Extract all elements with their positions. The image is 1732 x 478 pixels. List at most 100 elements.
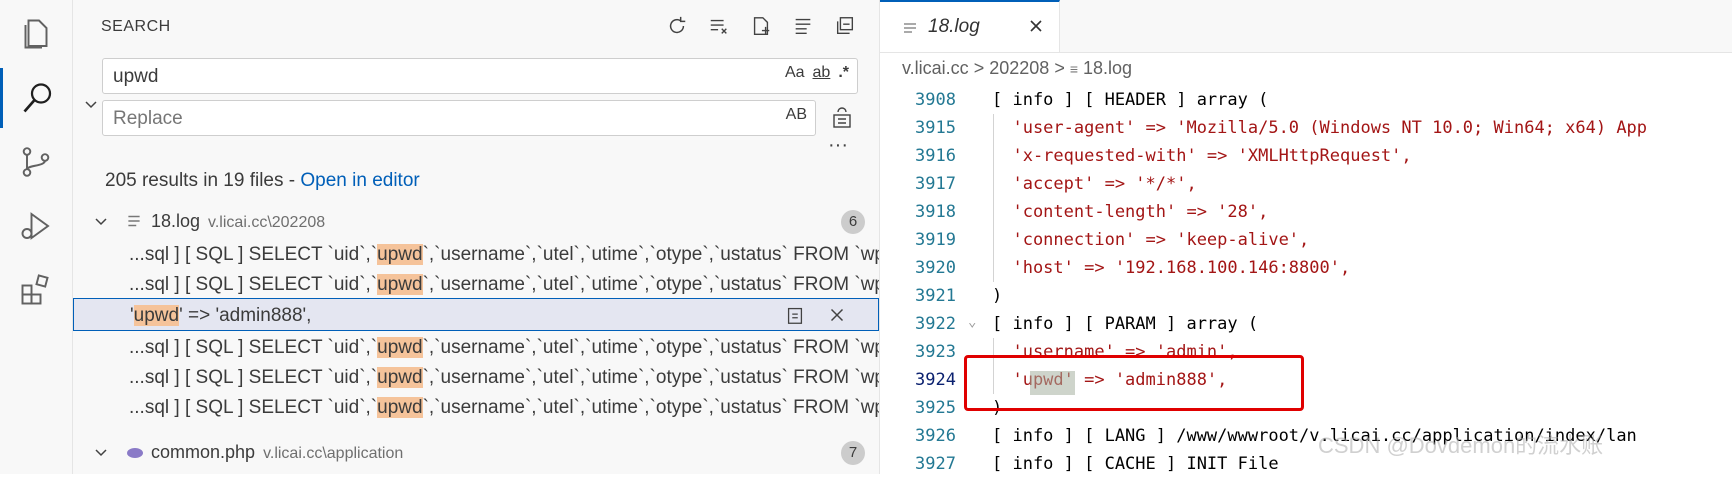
- replace-placeholder: Replace: [113, 108, 183, 129]
- file-lines-icon: [128, 215, 140, 227]
- code-line: 3922 ⌄ [ info ] [ PARAM ] array (: [880, 310, 1732, 338]
- search-icon[interactable]: [0, 68, 72, 128]
- match-highlight: upwd: [377, 244, 423, 265]
- line-number: 3908: [915, 90, 956, 110]
- refresh-icon[interactable]: [663, 12, 691, 40]
- tab-18-log[interactable]: 18.log: [880, 0, 1060, 52]
- activity-bar: [0, 0, 73, 474]
- results-count: 205 results in 19 files -: [105, 170, 301, 191]
- view-as-tree-icon[interactable]: [789, 12, 817, 40]
- run-debug-icon[interactable]: [0, 196, 72, 256]
- search-input-value[interactable]: upwd: [113, 66, 158, 88]
- fold-chevron-icon[interactable]: ⌄: [968, 314, 976, 330]
- tab-bar: 18.log: [880, 0, 1732, 53]
- match-prefix: ...sql ] [ SQL ] SELECT `uid`,`: [129, 274, 378, 295]
- file-lines-icon: ≡: [1069, 61, 1078, 77]
- file-path: v.licai.cc\application: [263, 445, 404, 462]
- line-number: 3922: [915, 314, 956, 334]
- match-row[interactable]: ...sql ] [ SQL ] SELECT `uid`,`upwd`,`us…: [73, 331, 879, 364]
- breadcrumb-item[interactable]: 202208: [989, 58, 1049, 78]
- search-panel: SEARCH upwd Aa ab .* Replace AB ··· 205 …: [73, 0, 880, 474]
- toggle-replace-icon[interactable]: [79, 92, 103, 116]
- breadcrumb-item[interactable]: 18.log: [1083, 58, 1132, 78]
- match-highlight: upwd: [377, 367, 423, 388]
- line-number: 3921: [915, 286, 956, 306]
- match-highlight: upwd: [377, 337, 423, 358]
- line-number: 3917: [915, 174, 956, 194]
- line-text: 'content-length' => '28',: [992, 202, 1269, 222]
- breadcrumb-item[interactable]: v.licai.cc: [902, 58, 969, 78]
- line-text: [ info ] [ HEADER ] array (: [992, 90, 1269, 110]
- match-suffix: `,`username`,`utel`,`utime`,`otype`,`ust…: [422, 397, 879, 418]
- code-line: 3916 'x-requested-with' => 'XMLHttpReque…: [880, 142, 1732, 170]
- code-line: 3926[ info ] [ LANG ] /www/wwwroot/v.lic…: [880, 422, 1732, 450]
- line-text: 'user-agent' => 'Mozilla/5.0 (Windows NT…: [992, 118, 1648, 138]
- close-icon[interactable]: [1026, 16, 1046, 36]
- clear-results-icon[interactable]: [705, 12, 733, 40]
- replace-all-icon[interactable]: [830, 106, 854, 135]
- line-text: 'connection' => 'keep-alive',: [992, 230, 1310, 250]
- match-row[interactable]: ...sql ] [ SQL ] SELECT `uid`,`upwd`,`us…: [73, 268, 879, 301]
- panel-title: SEARCH: [101, 18, 171, 35]
- watermark: CSDN @Dovdemon的流水账: [1318, 433, 1604, 458]
- match-suffix: `,`username`,`utel`,`utime`,`otype`,`ust…: [422, 337, 879, 358]
- explorer-icon[interactable]: [0, 4, 72, 64]
- match-count-badge: 7: [841, 441, 865, 465]
- file-path: v.licai.cc\202208: [208, 214, 326, 231]
- line-text: [ info ] [ CACHE ] INIT File: [992, 454, 1279, 474]
- line-number: 3919: [915, 230, 956, 250]
- line-number: 3927: [915, 454, 956, 474]
- match-suffix: `,`username`,`utel`,`utime`,`otype`,`ust…: [422, 244, 879, 265]
- new-search-editor-icon[interactable]: [747, 12, 775, 40]
- tab-label: 18.log: [928, 16, 980, 37]
- match-highlight: upwd: [377, 397, 423, 418]
- file-lines-icon: [904, 23, 916, 33]
- match-row[interactable]: ...sql ] [ SQL ] SELECT `uid`,`upwd`,`us…: [73, 238, 879, 271]
- dismiss-match-icon[interactable]: [826, 304, 848, 326]
- chevron-down-icon[interactable]: [93, 213, 109, 229]
- result-file-row[interactable]: 18.log v.licai.cc\202208 6: [73, 205, 879, 238]
- replace-input[interactable]: Replace AB: [102, 100, 816, 136]
- line-text: 'accept' => '*/*',: [992, 174, 1197, 194]
- file-name: 18.log: [151, 211, 201, 231]
- match-highlight: upwd: [377, 274, 423, 295]
- line-number: 3918: [915, 202, 956, 222]
- line-number: 3923: [915, 342, 956, 362]
- match-suffix: `,`username`,`utel`,`utime`,`otype`,`ust…: [422, 274, 879, 295]
- chevron-down-icon[interactable]: [93, 444, 109, 460]
- match-prefix: ...sql ] [ SQL ] SELECT `uid`,`: [129, 337, 378, 358]
- line-text: ): [992, 286, 1003, 306]
- match-suffix: ' => 'admin888',: [179, 305, 312, 326]
- result-file-row[interactable]: common.php v.licai.cc\application 7: [73, 436, 879, 469]
- open-in-editor-link[interactable]: Open in editor: [300, 170, 419, 191]
- line-number: 3924: [915, 370, 956, 390]
- collapse-all-icon[interactable]: [831, 12, 859, 40]
- replace-match-icon[interactable]: [784, 304, 806, 326]
- more-actions-icon[interactable]: ···: [828, 134, 848, 157]
- match-row[interactable]: ...sql ] [ SQL ] SELECT `uid`,`upwd`,`us…: [73, 391, 879, 424]
- use-regex-toggle[interactable]: .*: [838, 64, 849, 82]
- search-input[interactable]: upwd Aa ab .*: [102, 58, 858, 94]
- line-text: 'x-requested-with' => 'XMLHttpRequest',: [992, 146, 1412, 166]
- match-row-selected[interactable]: 'upwd' => 'admin888',: [73, 298, 879, 331]
- preserve-case-toggle[interactable]: AB: [786, 106, 807, 124]
- code-line: 3918 'content-length' => '28',: [880, 198, 1732, 226]
- file-name: common.php: [151, 442, 256, 462]
- code-line: 3908 [ info ] [ HEADER ] array (: [880, 86, 1732, 114]
- line-number: 3926: [915, 426, 956, 446]
- source-control-icon[interactable]: [0, 132, 72, 192]
- match-row[interactable]: ...sql ] [ SQL ] SELECT `uid`,`upwd`,`us…: [73, 361, 879, 394]
- match-suffix: `,`username`,`utel`,`utime`,`otype`,`ust…: [422, 367, 879, 388]
- line-number: 3915: [915, 118, 956, 138]
- code-line: 3919 'connection' => 'keep-alive',: [880, 226, 1732, 254]
- line-text: [ info ] [ PARAM ] array (: [992, 314, 1259, 334]
- panel-actions: [663, 12, 859, 40]
- match-prefix: ...sql ] [ SQL ] SELECT `uid`,`: [129, 397, 378, 418]
- annotation-red-box: [964, 355, 1304, 411]
- match-whole-word-toggle[interactable]: ab: [813, 64, 831, 82]
- match-count-badge: 6: [841, 210, 865, 234]
- extensions-icon[interactable]: [0, 260, 72, 320]
- match-case-toggle[interactable]: Aa: [785, 64, 805, 82]
- match-prefix: ...sql ] [ SQL ] SELECT `uid`,`: [129, 244, 378, 265]
- line-text: 'host' => '192.168.100.146:8800',: [992, 258, 1351, 278]
